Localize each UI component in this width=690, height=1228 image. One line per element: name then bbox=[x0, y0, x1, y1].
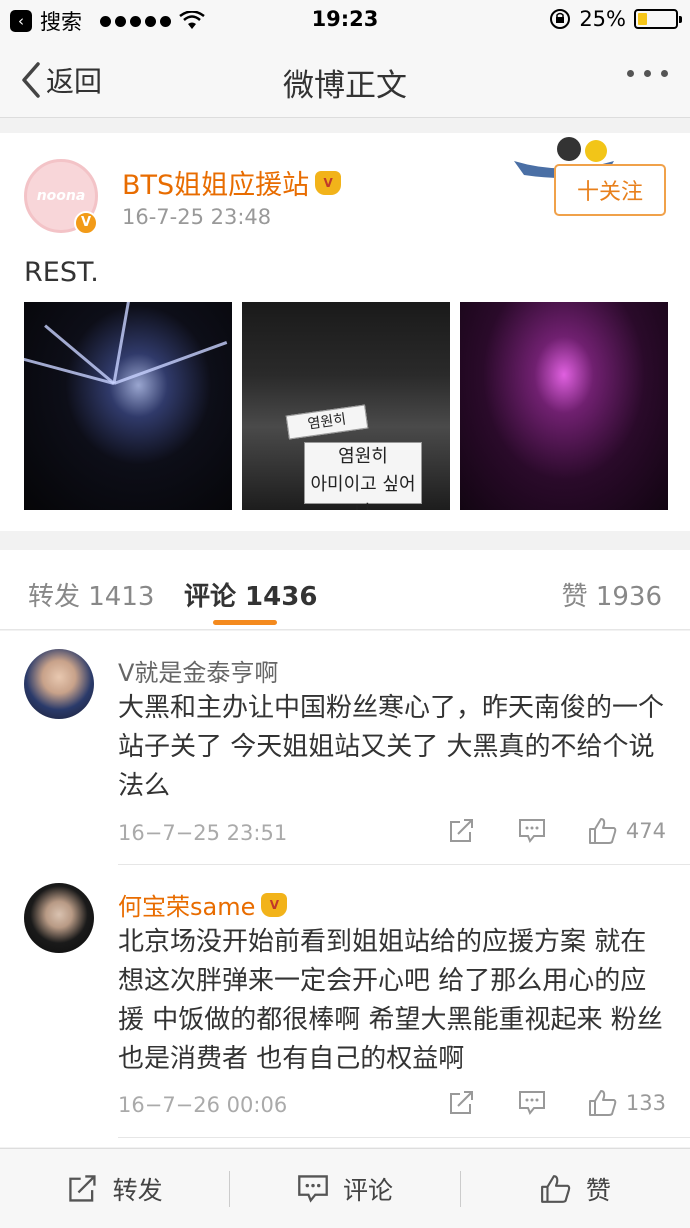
comment-actions: 133 bbox=[448, 1089, 666, 1117]
tab-repost[interactable]: 转发 1413 bbox=[28, 576, 154, 613]
author-name[interactable]: BTS姐姐应援站 bbox=[122, 163, 309, 202]
comment-list: V就是金泰亨啊 大黑和主办让中国粉丝寒心了，昨天南俊的一个站子关了 今天姐姐站又… bbox=[0, 631, 690, 1147]
comment-label: 评论 bbox=[342, 1175, 393, 1205]
commenter-name-row: 何宝荣same V bbox=[118, 887, 288, 922]
post-text: REST. bbox=[24, 257, 99, 288]
concert-photo-2[interactable]: 염원히 염원히아미이고 싶어 나 bbox=[242, 302, 450, 510]
active-tab-indicator bbox=[213, 620, 277, 625]
share-icon[interactable] bbox=[448, 818, 476, 844]
verified-badge-icon: V bbox=[74, 211, 98, 235]
battery-fill bbox=[638, 13, 647, 25]
share-icon bbox=[68, 1174, 96, 1202]
avatar-logo-text: noona bbox=[36, 188, 86, 204]
thumbs-up-icon bbox=[588, 1090, 617, 1116]
page-title: 微博正文 bbox=[283, 68, 407, 104]
tab-comment[interactable]: 评论 1436 bbox=[184, 576, 317, 613]
like-count: 474 bbox=[625, 819, 666, 843]
post-tabs: 转发 1413 评论 1436 赞 1936 bbox=[0, 550, 690, 630]
repost-button[interactable]: 转发 bbox=[0, 1149, 229, 1228]
photo-grid: 염원히 염원히아미이고 싶어 나 bbox=[24, 302, 668, 510]
comment-actions: 474 bbox=[448, 817, 666, 845]
more-options-icon[interactable] bbox=[627, 70, 668, 77]
tab-like[interactable]: 赞 1936 bbox=[562, 576, 662, 613]
comment-text: 北京场没开始前看到姐姐站给的应援方案 就在想这次胖弹来一定会开心吧 给了那么用心… bbox=[118, 927, 663, 1074]
share-icon[interactable] bbox=[448, 1090, 476, 1116]
post-author[interactable]: BTS姐姐应援站 V bbox=[122, 163, 342, 202]
like-button[interactable]: 133 bbox=[588, 1089, 666, 1117]
like-button[interactable]: 474 bbox=[588, 817, 666, 845]
status-bar: ‹ 搜索 19:23 25% bbox=[0, 0, 690, 40]
status-right: 25% bbox=[549, 7, 682, 31]
comment-icon[interactable] bbox=[518, 1090, 546, 1116]
like-button[interactable]: 赞 bbox=[461, 1149, 690, 1228]
vip-crown-icon: V bbox=[261, 892, 288, 917]
nav-bar: 返回 微博正文 bbox=[0, 40, 690, 118]
concert-photo-3[interactable] bbox=[460, 302, 668, 510]
commenter-name[interactable]: V就是金泰亨啊 bbox=[118, 653, 278, 688]
rotation-lock-icon bbox=[550, 9, 571, 29]
comment-time: 16−7−25 23:51 bbox=[118, 821, 288, 845]
like-label: 赞 bbox=[585, 1175, 611, 1205]
commenter-avatar[interactable] bbox=[24, 883, 94, 953]
concert-photo-1[interactable] bbox=[24, 302, 232, 510]
post-card: noona V BTS姐姐应援站 V 16-7-25 23:48 十关注 RES… bbox=[0, 133, 690, 531]
bottom-action-bar: 转发 评论 赞 bbox=[0, 1148, 690, 1228]
comment-time: 16−7−26 00:06 bbox=[118, 1093, 288, 1117]
battery-percent: 25% bbox=[579, 7, 626, 31]
divider bbox=[118, 864, 690, 865]
comment-text: 大黑和主办让中国粉丝寒心了，昨天南俊的一个站子关了 今天姐姐站又关了 大黑真的不… bbox=[118, 693, 665, 801]
vip-crown-icon: V bbox=[315, 170, 342, 195]
comment-icon[interactable] bbox=[518, 818, 546, 844]
follow-button[interactable]: 十关注 bbox=[554, 164, 666, 216]
commenter-avatar[interactable] bbox=[24, 649, 94, 719]
thumbs-up-icon bbox=[588, 818, 617, 844]
battery-icon bbox=[634, 9, 682, 29]
like-count: 133 bbox=[625, 1091, 666, 1115]
post-timestamp: 16-7-25 23:48 bbox=[122, 205, 272, 229]
repost-label: 转发 bbox=[112, 1175, 163, 1205]
comment-button[interactable]: 评论 bbox=[230, 1149, 459, 1228]
commenter-name[interactable]: 何宝荣same bbox=[118, 887, 255, 922]
divider bbox=[118, 1137, 690, 1138]
comment-icon bbox=[298, 1174, 328, 1203]
thumbs-up-icon bbox=[540, 1174, 571, 1203]
